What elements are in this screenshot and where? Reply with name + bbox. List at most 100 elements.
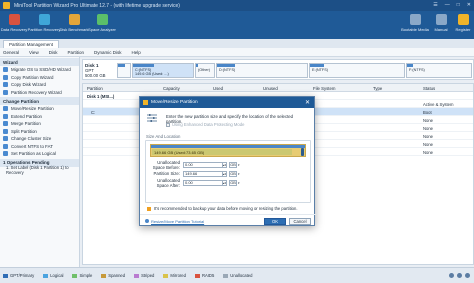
twitter-icon[interactable]: [457, 273, 462, 278]
sidebar-item-set-logical[interactable]: Set Partition as Logical: [0, 150, 79, 158]
sidebar-item-migrate-os[interactable]: Migrate OS to SSD/HD Wizard: [0, 66, 79, 74]
disk-label: Disk 1 GPT 500.00 GB: [85, 63, 106, 78]
extend-icon: [3, 113, 8, 119]
legend-spanned: Spanned: [101, 273, 125, 278]
change-partition-header[interactable]: Change Partition: [0, 97, 79, 105]
register-icon: [457, 14, 469, 25]
sidebar-item-cluster-size[interactable]: Change Cluster Size: [0, 135, 79, 143]
sidebar-item-copy-disk[interactable]: Copy Disk Wizard: [0, 81, 79, 89]
partition-size-spinner[interactable]: ▴▾: [223, 170, 227, 177]
unallocated-before-row: Unallocated Space Before: 0.00 ▴▾ GB ▾: [152, 159, 240, 170]
close-button[interactable]: ✕: [467, 2, 471, 8]
manual-icon: [435, 14, 447, 25]
pending-operation-item[interactable]: 1. Set Label (Disk 1 Partition 1) to Rec…: [0, 165, 79, 175]
partition-bar-label: 149.66 GB (Used:73.65 GB): [154, 150, 205, 155]
dialog-title-bar: Move/Resize Partition ✕: [140, 97, 314, 108]
register-button[interactable]: Register: [452, 11, 474, 39]
move-resize-dialog: Move/Resize Partition ✕ Enter the new pa…: [139, 96, 316, 227]
app-logo-icon: [3, 2, 10, 9]
menu-icon[interactable]: ☰: [433, 2, 437, 8]
toolbar: Data Recovery Partition Recovery Disk Be…: [0, 11, 474, 39]
sliders-icon: [147, 114, 157, 122]
data-recovery-button[interactable]: Data Recovery: [0, 11, 28, 39]
partition-size-row: Partition Size: 149.66 ▴▾ GB ▾: [153, 170, 240, 177]
ok-button[interactable]: OK: [264, 217, 286, 225]
menu-partition[interactable]: Partition: [67, 50, 84, 55]
unallocated-after-input[interactable]: 0.00: [183, 179, 223, 186]
chevron-down-icon[interactable]: ▾: [238, 172, 240, 176]
tutorial-link[interactable]: Resize/Move Partition Tutorial: [151, 219, 204, 224]
chevron-down-icon[interactable]: ▾: [238, 181, 240, 185]
unallocated-after-spinner[interactable]: ▴▾: [223, 179, 227, 186]
bootable-media-icon: [409, 14, 421, 25]
unallocated-after-unit[interactable]: GB: [229, 179, 237, 186]
space-analyzer-button[interactable]: Space Analyzer: [88, 11, 116, 39]
sidebar-item-split[interactable]: Split Partition: [0, 128, 79, 136]
split-icon: [3, 128, 8, 134]
disk-partition-block[interactable]: F:(NTFS): [406, 63, 472, 78]
legend-gpt-primary: GPT/Primary: [3, 273, 34, 278]
dialog-title: Move/Resize Partition: [151, 100, 198, 105]
sidebar-item-move-resize[interactable]: Move/Resize Partition: [0, 105, 79, 113]
menu-general[interactable]: General: [3, 50, 19, 55]
social-links: [449, 273, 474, 278]
facebook-icon[interactable]: [449, 273, 454, 278]
unallocated-before-input[interactable]: 0.00: [183, 161, 223, 168]
enhanced-mode-checkbox[interactable]: Using Enhanced Data Protecting Mode: [166, 122, 244, 127]
bootable-media-button[interactable]: Bootable Media: [400, 11, 430, 39]
menu-help[interactable]: Help: [131, 50, 140, 55]
unallocated-before-unit[interactable]: GB: [229, 161, 237, 168]
menu-disk[interactable]: Disk: [49, 50, 58, 55]
warning-icon: [147, 206, 151, 211]
tab-partition-management[interactable]: Partition Management: [3, 40, 60, 48]
disk-partition-block[interactable]: [117, 63, 131, 78]
partition-recovery-button[interactable]: Partition Recovery: [28, 11, 60, 39]
sidebar-item-merge[interactable]: Merge Partition: [0, 120, 79, 128]
manual-button[interactable]: Manual: [430, 11, 452, 39]
sidebar-item-convert-ntfs[interactable]: Convert NTFS to FAT: [0, 143, 79, 151]
size-location-group: 149.66 GB (Used:73.65 GB) Unallocated Sp…: [145, 140, 311, 203]
disk-partition-block[interactable]: D:(NTFS): [216, 63, 308, 78]
resize-handle[interactable]: [301, 148, 304, 156]
sidebar-item-extend[interactable]: Extend Partition: [0, 113, 79, 121]
legend-raid5: RAID5: [194, 273, 214, 278]
cluster-size-icon: [3, 136, 8, 142]
menu-dynamic-disk[interactable]: Dynamic Disk: [94, 50, 122, 55]
convert-icon: [3, 143, 8, 149]
dialog-close-button[interactable]: ✕: [305, 99, 310, 106]
legend-bar: GPT/Primary Logical Simple Spanned Strip…: [0, 267, 474, 283]
partition-resize-bar[interactable]: 149.66 GB (Used:73.65 GB): [150, 144, 306, 157]
sidebar-item-partition-recovery[interactable]: Partition Recovery Wizard: [0, 89, 79, 97]
set-logical-icon: [3, 151, 8, 157]
disk-benchmark-button[interactable]: Disk Benchmark: [59, 11, 89, 39]
partition-size-input[interactable]: 149.66: [183, 170, 223, 177]
disk-partition-block[interactable]: (Other): [195, 63, 215, 78]
wizard-header[interactable]: Wizard: [0, 58, 79, 66]
legend-simple: Simple: [72, 273, 92, 278]
unallocated-after-row: Unallocated Space After: 0.00 ▴▾ GB ▾: [156, 177, 240, 188]
menu-view[interactable]: View: [29, 50, 39, 55]
backup-warning: It's recommended to backup your data bef…: [147, 206, 297, 211]
dialog-intro: Enter the new partition size and specify…: [146, 112, 310, 130]
merge-icon: [3, 121, 8, 127]
copy-disk-icon: [3, 82, 8, 88]
unallocated-before-spinner[interactable]: ▴▾: [223, 161, 227, 168]
disk-map[interactable]: Disk 1 GPT 500.00 GB C:(NTFS) 149.6 GB (U…: [82, 59, 474, 80]
disk-partition-block[interactable]: C:(NTFS) 149.6 GB (Used: ...): [132, 63, 194, 78]
chevron-down-icon[interactable]: ▾: [238, 163, 240, 167]
minimize-button[interactable]: —: [445, 2, 450, 8]
help-icon: [145, 219, 149, 223]
title-bar: MiniTool Partition Wizard Pro Ultimate 1…: [0, 0, 474, 11]
youtube-icon[interactable]: [465, 273, 470, 278]
menu-bar: General View Disk Partition Dynamic Disk…: [0, 48, 474, 57]
disk-benchmark-icon: [68, 14, 80, 25]
dialog-footer: Resize/Move Partition Tutorial OK Cancel: [140, 214, 316, 227]
partition-size-unit[interactable]: GB: [229, 170, 237, 177]
partition-recovery-icon: [38, 14, 50, 25]
checkbox-box[interactable]: [166, 122, 170, 127]
partition-recovery-wizard-icon: [3, 89, 8, 95]
sidebar-item-copy-partition[interactable]: Copy Partition Wizard: [0, 74, 79, 82]
maximize-button[interactable]: □: [457, 2, 460, 8]
disk-partition-block[interactable]: E:(NTFS): [309, 63, 405, 78]
cancel-button[interactable]: Cancel: [289, 217, 311, 225]
